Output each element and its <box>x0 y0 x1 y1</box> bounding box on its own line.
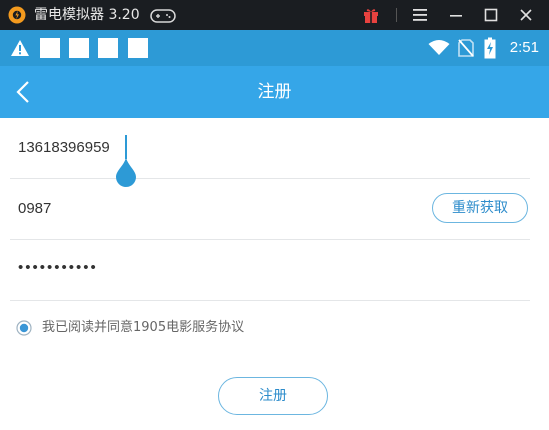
gift-button[interactable] <box>356 0 386 30</box>
android-status-bar: 2:51 <box>0 30 549 66</box>
verification-code-value: 0987 <box>18 200 52 217</box>
phone-field[interactable]: 13618396959 <box>10 118 530 179</box>
maximize-button[interactable] <box>476 0 506 30</box>
emulator-title-bar: 雷电模拟器 3.20 <box>0 0 549 30</box>
close-button[interactable] <box>511 0 541 30</box>
gamepad-icon[interactable] <box>150 9 176 23</box>
minimize-icon <box>450 15 462 17</box>
no-sim-icon <box>458 39 474 57</box>
close-icon <box>520 9 532 21</box>
register-button[interactable]: 注册 <box>218 377 328 415</box>
notification-icon <box>40 38 60 58</box>
agreement-text[interactable]: 我已阅读并同意1905电影服务协议 <box>42 318 244 338</box>
notification-icon <box>98 38 118 58</box>
notification-icon <box>69 38 89 58</box>
title-bar-divider <box>396 8 397 22</box>
menu-button[interactable] <box>405 0 435 30</box>
gift-icon <box>364 9 378 23</box>
radio-checked-icon[interactable] <box>16 320 32 336</box>
menu-icon <box>413 9 427 21</box>
app-bar: 注册 <box>0 66 549 118</box>
window-title: 雷电模拟器 3.20 <box>34 7 140 23</box>
page-title: 注册 <box>257 82 292 102</box>
phone-value: 13618396959 <box>18 139 110 156</box>
password-value: ••••••••••• <box>18 259 98 276</box>
notification-icon <box>128 38 148 58</box>
maximize-icon <box>484 8 498 22</box>
leidian-logo-icon <box>8 6 26 24</box>
minimize-button[interactable] <box>441 0 471 30</box>
warning-icon <box>11 40 29 56</box>
battery-charging-icon <box>484 37 496 59</box>
resend-code-button[interactable]: 重新获取 <box>432 193 528 223</box>
password-field[interactable]: ••••••••••• <box>10 240 530 301</box>
wifi-icon <box>428 40 450 55</box>
status-time: 2:51 <box>509 39 539 56</box>
